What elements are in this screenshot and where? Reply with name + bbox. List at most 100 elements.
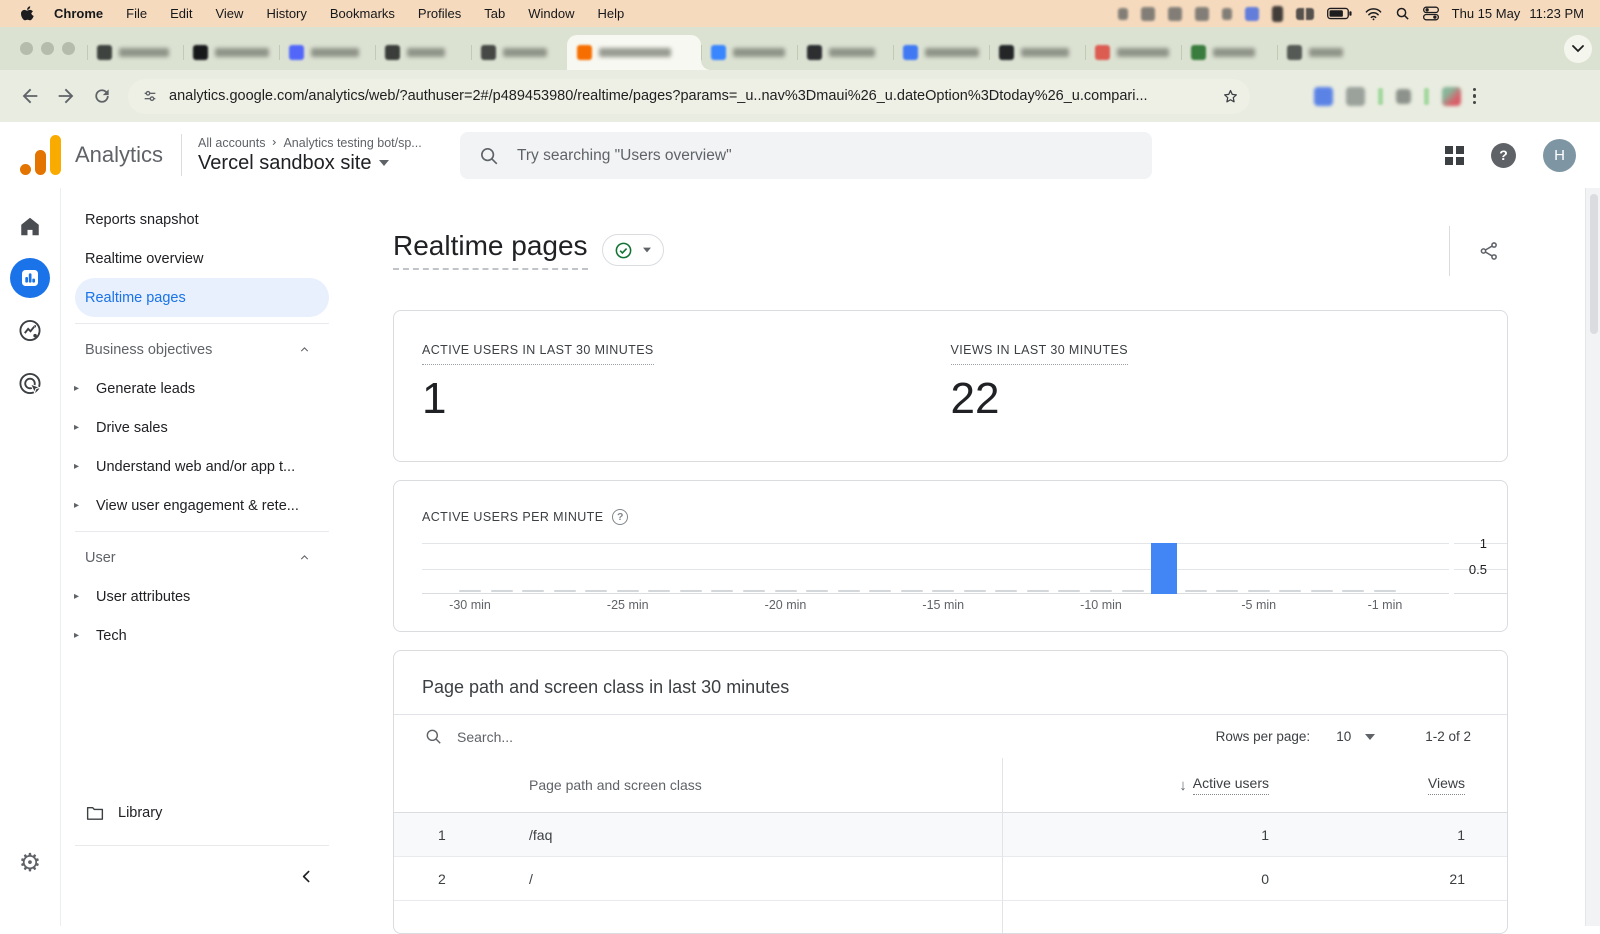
forward-button[interactable] xyxy=(48,78,84,114)
breadcrumb-root[interactable]: All accounts xyxy=(198,136,265,150)
minimize-window-button[interactable] xyxy=(41,42,54,55)
breadcrumb[interactable]: All accounts Analytics testing bot/sp... xyxy=(198,136,422,150)
column-header-page-path[interactable]: Page path and screen class xyxy=(521,777,1002,793)
avatar[interactable]: H xyxy=(1543,139,1576,172)
sidebar-item-understand-web-and-or-app-t[interactable]: ▸Understand web and/or app t... xyxy=(61,447,341,486)
site-settings-icon[interactable] xyxy=(142,88,158,104)
analytics-logo[interactable] xyxy=(20,135,61,175)
sidebar-item-user-attributes[interactable]: ▸User attributes xyxy=(61,577,341,616)
share-icon[interactable] xyxy=(1478,240,1500,262)
url-text[interactable]: analytics.google.com/analytics/web/?auth… xyxy=(169,88,1211,104)
tab[interactable] xyxy=(279,35,375,70)
column-header-active-users[interactable]: ↓ Active users xyxy=(1179,775,1269,795)
column-header-views[interactable]: Views xyxy=(1428,775,1465,795)
extension-icon[interactable] xyxy=(1346,87,1365,106)
status-app-icon[interactable] xyxy=(1195,7,1209,21)
help-icon[interactable]: ? xyxy=(1491,143,1516,168)
menu-chrome[interactable]: Chrome xyxy=(54,6,103,21)
status-app-icon[interactable] xyxy=(1272,6,1283,22)
sidebar-item-view-user-engagement-rete[interactable]: ▸View user engagement & rete... xyxy=(61,486,341,525)
sidebar-item-generate-leads[interactable]: ▸Generate leads xyxy=(61,369,341,408)
sidebar-section-business-objectives[interactable]: Business objectives xyxy=(61,330,341,369)
table-search-input[interactable] xyxy=(455,728,779,746)
tab[interactable] xyxy=(989,35,1085,70)
tab[interactable] xyxy=(183,35,279,70)
diagnostics-grid-icon[interactable] xyxy=(1445,146,1464,165)
menu-tab[interactable]: Tab xyxy=(484,6,505,21)
extension-icon[interactable] xyxy=(1396,89,1411,104)
tab[interactable] xyxy=(893,35,989,70)
apple-menu-icon[interactable] xyxy=(20,6,34,22)
data-quality-pill[interactable] xyxy=(602,234,664,266)
menu-file[interactable]: File xyxy=(126,6,147,21)
tab[interactable] xyxy=(1277,35,1373,70)
home-icon[interactable] xyxy=(18,214,43,239)
tab-active[interactable] xyxy=(567,35,701,70)
menu-window[interactable]: Window xyxy=(528,6,574,21)
tab-search-button[interactable] xyxy=(1564,35,1592,63)
reports-icon[interactable] xyxy=(10,258,50,298)
analytics-search-bar[interactable] xyxy=(460,132,1152,179)
extension-icon[interactable] xyxy=(1378,88,1383,105)
address-bar[interactable]: analytics.google.com/analytics/web/?auth… xyxy=(128,79,1250,114)
sidebar-item-reports-snapshot[interactable]: Reports snapshot xyxy=(61,200,341,239)
status-app-icon[interactable] xyxy=(1245,7,1259,21)
rows-per-page-caret-icon[interactable] xyxy=(1365,734,1375,740)
admin-gear-icon[interactable]: ⚙ xyxy=(19,851,41,876)
advertising-icon[interactable] xyxy=(18,371,43,396)
tab[interactable] xyxy=(471,35,567,70)
tab[interactable] xyxy=(797,35,893,70)
breadcrumb-path[interactable]: Analytics testing bot/sp... xyxy=(283,136,421,150)
explore-icon[interactable] xyxy=(18,318,43,343)
status-app-icon[interactable] xyxy=(1118,8,1128,20)
menu-view[interactable]: View xyxy=(215,6,243,21)
analytics-search-input[interactable] xyxy=(515,146,1134,166)
sidebar-item-library[interactable]: Library xyxy=(61,793,341,833)
status-app-icon[interactable] xyxy=(1222,8,1232,20)
zoom-window-button[interactable] xyxy=(62,42,75,55)
menu-bookmarks[interactable]: Bookmarks xyxy=(330,6,395,21)
tab[interactable] xyxy=(375,35,471,70)
status-app-icon[interactable] xyxy=(1168,7,1182,21)
sidebar-item-realtime-pages[interactable]: Realtime pages xyxy=(75,278,329,317)
metric-label[interactable]: VIEWS IN LAST 30 MINUTES xyxy=(951,343,1128,365)
wifi-icon[interactable] xyxy=(1365,7,1382,21)
reload-button[interactable] xyxy=(84,78,120,114)
sidebar-item-drive-sales[interactable]: ▸Drive sales xyxy=(61,408,341,447)
bookmark-star-icon[interactable] xyxy=(1221,87,1240,106)
sidebar-item-tech[interactable]: ▸Tech xyxy=(61,616,341,655)
property-name[interactable]: Vercel sandbox site xyxy=(198,152,371,175)
help-circle-icon[interactable]: ? xyxy=(612,509,628,525)
sidebar-item-realtime-overview[interactable]: Realtime overview xyxy=(61,239,341,278)
menu-help[interactable]: Help xyxy=(598,6,625,21)
menu-profiles[interactable]: Profiles xyxy=(418,6,461,21)
menu-clock[interactable]: Thu 15 May 11:23 PM xyxy=(1452,6,1584,21)
battery-icon[interactable] xyxy=(1327,7,1352,20)
tab[interactable] xyxy=(1181,35,1277,70)
chart-bar[interactable] xyxy=(1151,543,1177,594)
sidebar-section-user[interactable]: User xyxy=(61,538,341,577)
property-selector[interactable]: All accounts Analytics testing bot/sp...… xyxy=(198,136,422,175)
close-window-button[interactable] xyxy=(20,42,33,55)
spotlight-search-icon[interactable] xyxy=(1395,6,1410,21)
tab[interactable] xyxy=(701,35,797,70)
chrome-menu-icon[interactable] xyxy=(1473,88,1476,104)
page-scrollbar[interactable] xyxy=(1585,188,1600,926)
rows-per-page-value[interactable]: 10 xyxy=(1336,729,1351,744)
back-button[interactable] xyxy=(12,78,48,114)
extension-icon[interactable] xyxy=(1442,87,1461,106)
table-row[interactable]: 2/021 xyxy=(394,857,1507,901)
extension-icon[interactable] xyxy=(1314,87,1333,106)
scrollbar-thumb[interactable] xyxy=(1590,194,1598,334)
status-app-icon[interactable] xyxy=(1296,8,1314,20)
collapse-sidebar-icon[interactable] xyxy=(298,868,315,885)
control-center-icon[interactable] xyxy=(1423,6,1439,21)
tab[interactable] xyxy=(1085,35,1181,70)
table-search[interactable] xyxy=(424,727,779,746)
metric-label[interactable]: ACTIVE USERS IN LAST 30 MINUTES xyxy=(422,343,654,365)
status-app-icon[interactable] xyxy=(1141,7,1155,21)
table-row[interactable]: 1/faq11 xyxy=(394,813,1507,857)
extension-icon[interactable] xyxy=(1424,88,1429,105)
tab[interactable] xyxy=(87,35,183,70)
menu-history[interactable]: History xyxy=(266,6,306,21)
